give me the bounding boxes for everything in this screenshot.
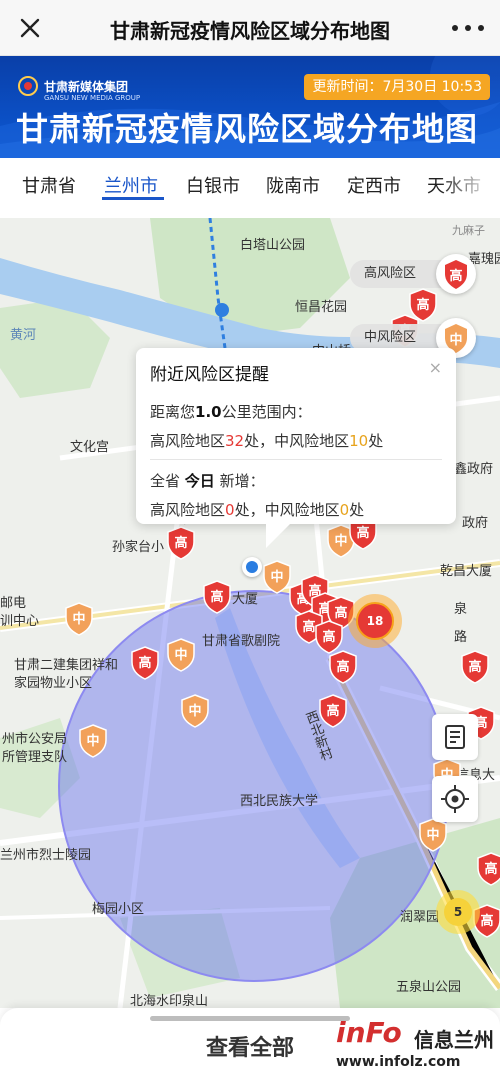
high-risk-marker[interactable]: 高 bbox=[460, 650, 490, 684]
watermark: inFo 信息兰州 www.infolz.com bbox=[332, 1010, 500, 1076]
popup-divider bbox=[150, 459, 442, 460]
tabs-fade bbox=[440, 158, 500, 218]
map-label: 北海水印泉山 bbox=[130, 994, 209, 1008]
watermark-logo: inFo bbox=[336, 1016, 402, 1049]
high-risk-marker[interactable]: 高 bbox=[166, 526, 196, 560]
map-label: 兰州市烈士陵园 bbox=[0, 848, 92, 863]
tab-gansu[interactable]: 甘肃省 bbox=[22, 172, 76, 198]
cluster-5-count: 5 bbox=[444, 898, 472, 926]
marker-label: 中 bbox=[72, 612, 86, 627]
marker-label: 高 bbox=[326, 704, 340, 719]
map-label: 家园物业小区 bbox=[14, 676, 93, 691]
popup-province-line: 全省 今日 新增： bbox=[150, 472, 265, 490]
map-label: 黄河 bbox=[10, 328, 37, 343]
high-risk-marker[interactable]: 高 bbox=[318, 694, 348, 728]
map-label: 训中心 bbox=[0, 614, 40, 629]
popup-distance-line: 距离您1.0公里范围内： bbox=[150, 403, 312, 421]
cluster-18-count: 18 bbox=[356, 602, 394, 640]
marker-label: 中 bbox=[174, 648, 188, 663]
legend-mid-badge-text: 中 bbox=[449, 333, 463, 348]
map-label: 梅园小区 bbox=[92, 902, 145, 917]
map-label: 泉 bbox=[454, 602, 468, 617]
locate-icon bbox=[441, 785, 469, 813]
map-label: 恒昌花园 bbox=[295, 300, 348, 315]
map-label: 乾昌大厦 bbox=[440, 564, 493, 579]
legend-high-badge: 高 bbox=[436, 254, 476, 294]
brand-name-en: GANSU NEW MEDIA GROUP bbox=[44, 94, 141, 102]
map-label: 白塔山公园 bbox=[240, 238, 306, 253]
sheet-handle[interactable] bbox=[150, 1016, 350, 1021]
map-label: 所管理支队 bbox=[2, 750, 68, 765]
popup-nearby-counts: 高风险地区32处，中风险地区10处 bbox=[150, 432, 384, 450]
map-label: 邮电 bbox=[0, 596, 27, 611]
map-label: 鑫政府 bbox=[454, 462, 494, 477]
list-icon bbox=[445, 725, 465, 749]
popup-title: 附近风险区提醒 bbox=[150, 365, 269, 385]
tab-longnan[interactable]: 陇南市 bbox=[266, 172, 320, 198]
city-tabs: 甘肃省 兰州市 白银市 陇南市 定西市 天水市 bbox=[0, 158, 500, 218]
high-risk-marker[interactable]: 高 bbox=[202, 580, 232, 614]
tab-lanzhou[interactable]: 兰州市 bbox=[104, 172, 158, 198]
mid-risk-marker[interactable]: 中 bbox=[418, 818, 448, 852]
map-label: 甘肃省歌剧院 bbox=[202, 634, 281, 649]
top-nav-bar: 甘肃新冠疫情风险区域分布地图 bbox=[0, 0, 500, 56]
map-label: 甘肃二建集团祥和 bbox=[14, 658, 119, 673]
marker-label: 高 bbox=[484, 862, 498, 877]
marker-label: 高 bbox=[336, 660, 350, 675]
cluster-5[interactable]: 5 bbox=[436, 890, 480, 934]
cluster-18[interactable]: 18 bbox=[348, 594, 402, 648]
locate-button[interactable] bbox=[432, 776, 478, 822]
nav-title: 甘肃新冠疫情风险区域分布地图 bbox=[110, 19, 390, 43]
mid-risk-marker[interactable]: 中 bbox=[78, 724, 108, 758]
legend-high-badge-text: 高 bbox=[449, 269, 463, 284]
map-label: 西北民族大学 bbox=[240, 794, 319, 809]
risk-map[interactable]: 白塔山公园 恒昌花园 文化宫 孙家台小 甘肃省歌剧院 甘肃二建集团祥和 家园物业… bbox=[0, 218, 500, 1008]
popup-today-counts: 高风险地区0处，中风险地区0处 bbox=[150, 501, 365, 519]
close-icon[interactable]: × bbox=[429, 358, 442, 377]
watermark-name: 信息兰州 bbox=[414, 1028, 494, 1052]
current-location-dot bbox=[242, 557, 262, 577]
map-label: 州市公安局 bbox=[2, 732, 68, 747]
update-time-badge: 更新时间：7月30日 10:53 bbox=[304, 74, 490, 100]
banner-title: 甘肃新冠疫情风险区域分布地图 bbox=[16, 110, 479, 148]
marker-label: 高 bbox=[356, 526, 370, 541]
list-view-button[interactable] bbox=[432, 714, 478, 760]
high-risk-marker[interactable]: 高 bbox=[476, 852, 500, 886]
marker-label: 高 bbox=[322, 630, 336, 645]
tab-dingxi[interactable]: 定西市 bbox=[347, 172, 401, 198]
map-label: 政府 bbox=[462, 516, 489, 531]
map-label: 孙家台小 bbox=[112, 540, 165, 555]
marker-label: 中 bbox=[426, 828, 440, 843]
marker-label: 高 bbox=[210, 590, 224, 605]
watermark-url: www.infolz.com bbox=[336, 1054, 461, 1070]
marker-label: 高 bbox=[138, 656, 152, 671]
mid-risk-marker[interactable]: 中 bbox=[166, 638, 196, 672]
brand-logo: 甘肃新媒体集团 GANSU NEW MEDIA GROUP bbox=[18, 76, 140, 102]
mid-risk-marker[interactable]: 中 bbox=[64, 602, 94, 636]
brand-logo-icon bbox=[18, 76, 38, 96]
map-label: 路 bbox=[454, 630, 468, 645]
marker-label: 高 bbox=[468, 660, 482, 675]
mid-risk-marker[interactable]: 中 bbox=[180, 694, 210, 728]
active-tab-underline bbox=[102, 197, 164, 200]
more-dots-icon[interactable] bbox=[452, 14, 484, 42]
map-label: 五泉山公园 bbox=[396, 980, 462, 995]
nearby-risk-popup: 附近风险区提醒 × 距离您1.0公里范围内： 高风险地区32处，中风险地区10处… bbox=[136, 348, 456, 548]
brand-name: 甘肃新媒体集团 bbox=[44, 79, 129, 94]
high-risk-marker[interactable]: 高 bbox=[130, 646, 160, 680]
marker-label: 中 bbox=[86, 734, 100, 749]
map-label: 九麻子 bbox=[452, 224, 485, 237]
close-icon[interactable] bbox=[14, 12, 46, 44]
map-label: 文化宫 bbox=[70, 440, 110, 455]
map-label: 润翠园 bbox=[400, 910, 440, 925]
banner: 甘肃新媒体集团 GANSU NEW MEDIA GROUP 更新时间：7月30日… bbox=[0, 56, 500, 158]
map-label: 大厦 bbox=[232, 592, 259, 607]
high-risk-marker[interactable]: 高 bbox=[328, 650, 358, 684]
marker-label: 高 bbox=[174, 536, 188, 551]
marker-label: 高 bbox=[416, 298, 430, 313]
high-risk-marker[interactable]: 高 bbox=[314, 620, 344, 654]
marker-label: 中 bbox=[188, 704, 202, 719]
tab-baiyin[interactable]: 白银市 bbox=[186, 172, 240, 198]
